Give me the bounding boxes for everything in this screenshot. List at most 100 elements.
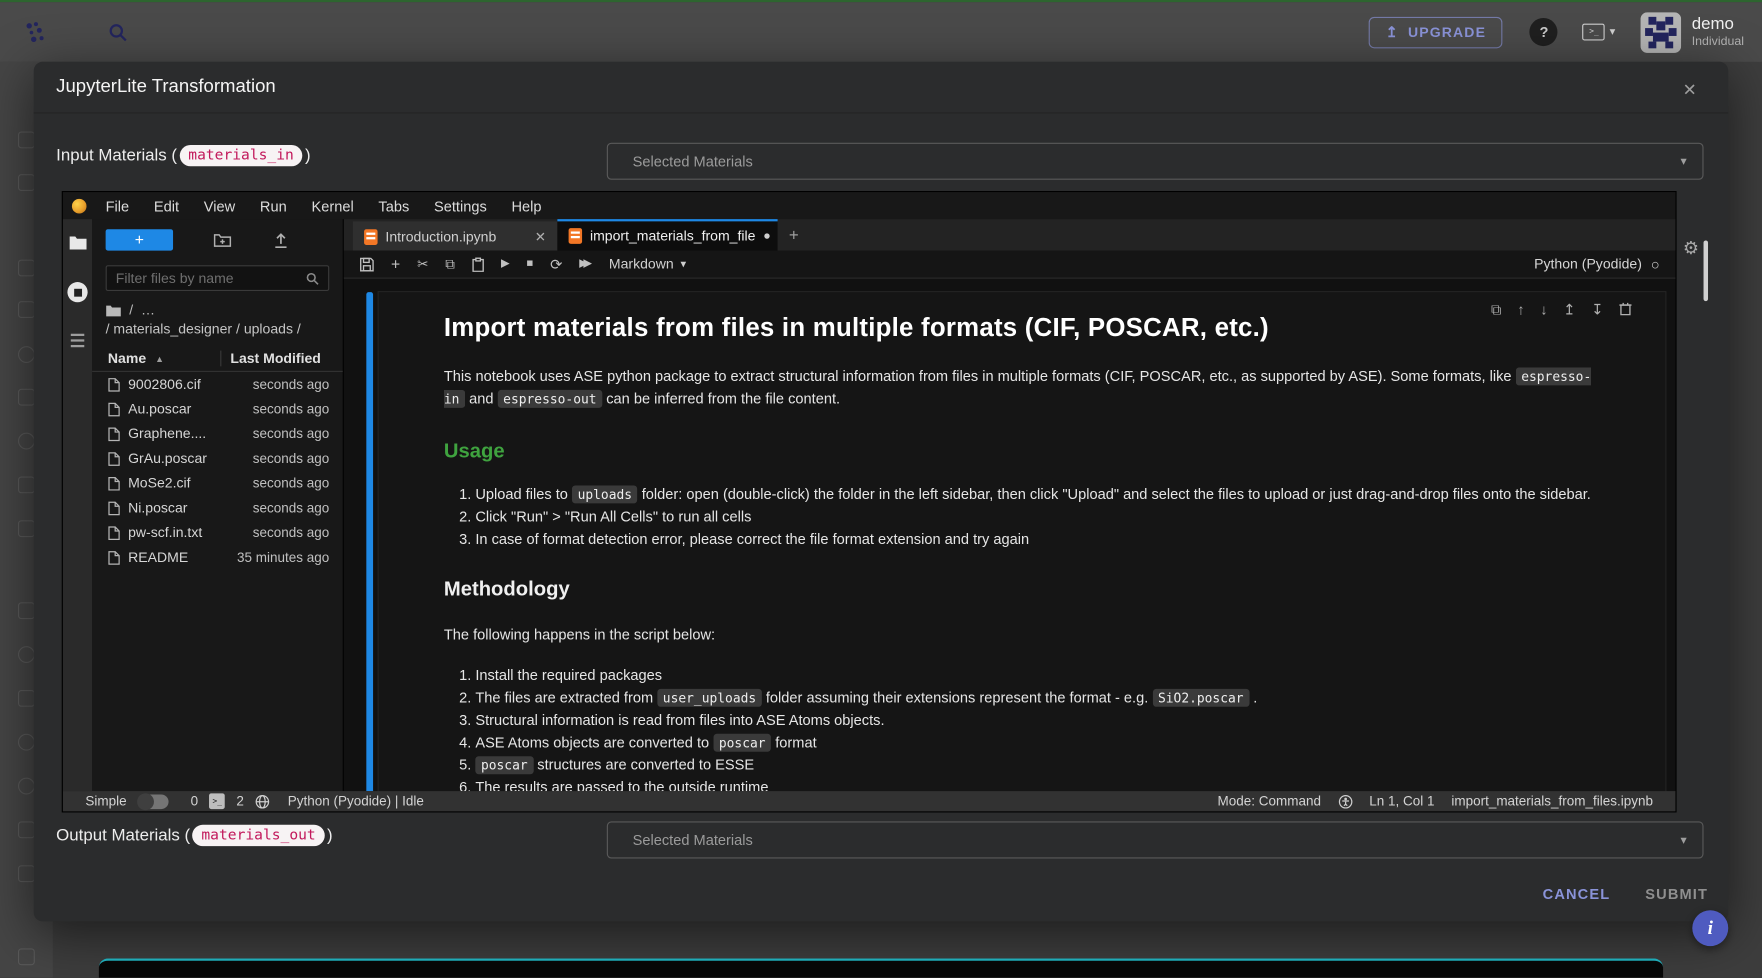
notebook-content: ⧉ ↑ ↓ ↥ ↧ Impo [344,279,1676,791]
intro-paragraph: This notebook uses ASE python package to… [444,365,1603,410]
cell-type-dropdown[interactable]: Markdown ▾ [609,256,686,272]
upgrade-button[interactable]: ↥ UPGRADE [1369,16,1503,47]
close-icon[interactable]: ✕ [535,229,546,245]
select-placeholder: Selected Materials [633,153,753,170]
running-kernels-icon[interactable] [67,282,87,302]
column-last-modified[interactable]: Last Modified [220,351,329,367]
markdown-cell[interactable]: ⧉ ↑ ↓ ↥ ↧ Impo [378,291,1667,791]
jupyterlite-transformation-dialog: JupyterLite Transformation ✕ Input Mater… [34,62,1729,922]
upgrade-label: UPGRADE [1408,24,1486,40]
search-icon[interactable] [108,22,128,42]
insert-cell-icon[interactable]: + [391,256,400,272]
chevron-down-icon: ▾ [680,258,686,270]
restart-run-all-icon[interactable]: ▶▶ [579,258,587,269]
file-row[interactable]: README 35 minutes ago [92,545,343,570]
file-row[interactable]: Graphene.... seconds ago [92,421,343,446]
statusbar-filename[interactable]: import_materials_from_files.ipynb [1451,793,1653,809]
duplicate-cell-icon[interactable]: ⧉ [1491,301,1501,319]
menu-item[interactable]: Kernel [299,197,366,214]
input-materials-chip: materials_in [179,145,303,166]
filter-files-input[interactable]: Filter files by name [106,265,330,291]
accessibility-icon[interactable] [1338,794,1353,809]
breadcrumb-path[interactable]: / materials_designer / uploads / [92,318,343,337]
save-icon[interactable] [360,257,375,272]
command-mode[interactable]: Mode: Command [1218,793,1321,809]
menu-item[interactable]: Help [499,197,554,214]
terminals-count[interactable]: 0 [191,793,199,809]
file-row[interactable]: 9002806.cif seconds ago [92,372,343,397]
markdown-body: Import materials from files in multiple … [379,292,1666,791]
terminal-icon: >_ [209,793,225,809]
upload-icon[interactable] [273,232,289,248]
move-cell-up-icon[interactable]: ↑ [1517,301,1524,319]
copy-icon[interactable]: ⧉ [445,257,455,270]
breadcrumb[interactable]: / … [92,291,343,318]
unsaved-dot-icon: ● [763,229,770,242]
breadcrumb-root[interactable]: / [129,302,133,318]
submit-button[interactable]: SUBMIT [1645,885,1708,902]
kernel-indicator[interactable]: Python (Pyodide) ○ [1534,256,1660,273]
new-folder-icon[interactable] [214,233,232,248]
sort-asc-icon[interactable]: ▲ [155,353,164,363]
cell-collapser[interactable] [366,292,373,791]
input-materials-select[interactable]: Selected Materials ▾ [607,143,1704,180]
cell-type-value: Markdown [609,256,674,272]
paste-icon[interactable] [472,257,484,272]
file-browser-icon[interactable] [68,235,87,251]
tab-import-materials[interactable]: import_materials_from_file ● [557,219,777,250]
file-row[interactable]: pw-scf.in.txt seconds ago [92,520,343,545]
menu-item[interactable]: View [191,197,247,214]
console-menu[interactable]: >_ ▾ [1583,24,1616,41]
gear-icon[interactable]: ⚙ [1683,237,1699,259]
dialog-title: JupyterLite Transformation [56,76,276,97]
cut-icon[interactable]: ✂ [417,257,428,270]
modal-scrollbar[interactable] [1704,240,1708,301]
kernel-name: Python (Pyodide) [1534,256,1642,272]
stop-icon[interactable]: ■ [526,258,533,269]
user-name: demo [1692,15,1744,35]
activity-bar [63,219,92,791]
menu-item[interactable]: Tabs [366,197,422,214]
column-name[interactable]: Name [108,351,146,367]
menu-item[interactable]: Settings [422,197,500,214]
run-icon[interactable]: ▶ [501,258,510,269]
folder-icon [106,304,122,316]
tab-introduction[interactable]: Introduction.ipynb ✕ [353,221,558,250]
terminal-icon: >_ [1583,24,1605,41]
kernel-status[interactable]: Python (Pyodide) | Idle [288,793,424,809]
chevron-down-icon: ▾ [1610,26,1616,38]
paren-close: ) [327,826,333,845]
menu-item[interactable]: Edit [142,197,192,214]
file-row[interactable]: MoSe2.cif seconds ago [92,471,343,496]
insert-cell-below-icon[interactable]: ↧ [1591,301,1603,319]
usage-heading: Usage [444,439,1603,463]
new-launcher-button[interactable]: + [106,229,173,250]
user-info[interactable]: demo Individual [1692,15,1744,50]
breadcrumb-ellipsis[interactable]: … [141,302,155,318]
file-row[interactable]: Au.poscar seconds ago [92,397,343,422]
table-of-contents-icon[interactable] [71,334,84,347]
cursor-position[interactable]: Ln 1, Col 1 [1369,793,1434,809]
restart-kernel-icon[interactable]: ⟳ [550,257,562,272]
add-tab-button[interactable]: + [778,225,810,244]
help-icon[interactable]: ? [1530,18,1558,46]
kernels-count[interactable]: 2 [236,793,244,809]
menu-item[interactable]: File [93,197,141,214]
insert-cell-above-icon[interactable]: ↥ [1563,301,1575,319]
file-row[interactable]: Ni.poscar seconds ago [92,496,343,521]
file-row[interactable]: GrAu.poscar seconds ago [92,446,343,471]
brand-logo-icon[interactable] [25,20,50,45]
close-icon[interactable]: ✕ [1683,80,1697,100]
methodology-heading: Methodology [444,578,1603,602]
output-materials-select[interactable]: Selected Materials ▾ [607,821,1704,858]
simple-mode-toggle[interactable] [138,794,168,809]
move-cell-down-icon[interactable]: ↓ [1540,301,1547,319]
cancel-button[interactable]: CANCEL [1543,885,1611,902]
menu-item[interactable]: Run [248,197,300,214]
filter-placeholder: Filter files by name [116,270,306,286]
delete-cell-icon[interactable] [1619,301,1631,319]
info-fab-button[interactable]: i [1692,910,1728,946]
avatar[interactable] [1640,12,1680,52]
file-icon [108,402,120,417]
list-item: The results are passed to the outside ru… [475,776,1602,791]
